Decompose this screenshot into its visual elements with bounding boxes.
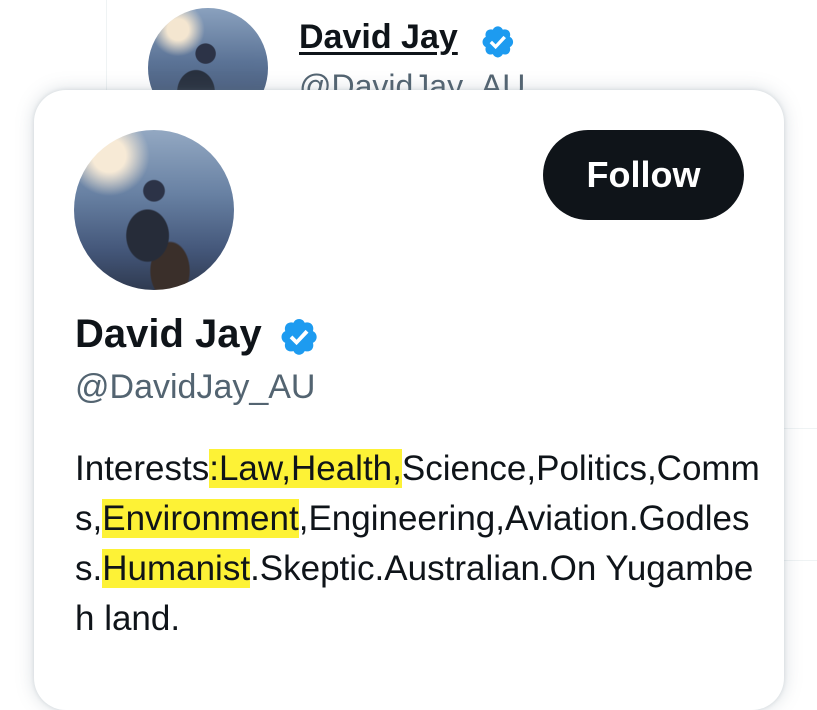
avatar[interactable] [74, 130, 234, 290]
verified-badge-icon [482, 26, 514, 58]
verified-badge-icon[interactable] [274, 314, 320, 360]
bio-highlight: :Law,Health, [209, 449, 402, 488]
bio-text: Interests [75, 449, 210, 488]
profile-name[interactable]: David Jay [75, 312, 262, 357]
profile-hover-card: Follow David Jay @DavidJay_AU Interests:… [34, 90, 784, 710]
author-name-link[interactable]: David Jay [299, 18, 458, 57]
timeline-divider [106, 0, 107, 90]
bio-highlight: Humanist [102, 549, 251, 588]
profile-bio: Interests:Law,Health,Science,Politics,Co… [75, 444, 765, 644]
follow-button[interactable]: Follow [543, 130, 744, 220]
bio-highlight: Environment [102, 499, 299, 538]
profile-handle[interactable]: @DavidJay_AU [75, 368, 316, 407]
